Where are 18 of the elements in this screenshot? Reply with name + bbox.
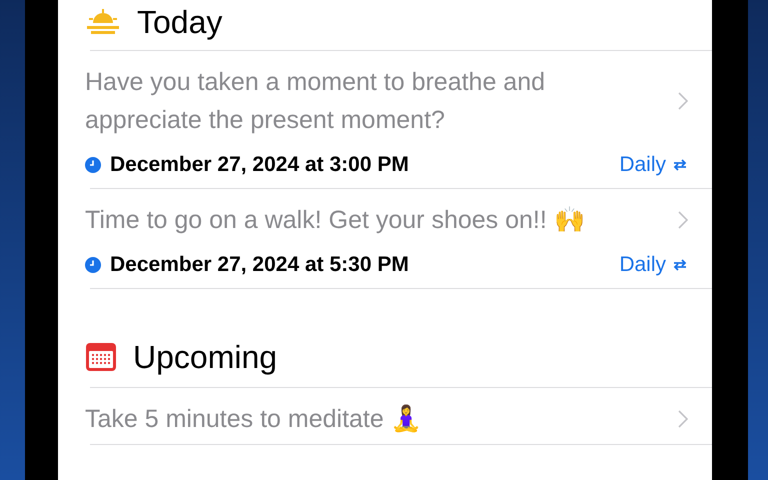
reminder-text[interactable]: Time to go on a walk! Get your shoes on!! 🙌: [85, 201, 678, 239]
repeat-label[interactable]: Daily: [619, 253, 666, 277]
section-title: Upcoming: [133, 338, 278, 376]
reminder-text[interactable]: Have you taken a moment to breathe and appreciate the present moment?: [85, 63, 678, 139]
chevron-icon[interactable]: [678, 410, 688, 428]
chevron-icon[interactable]: [678, 92, 688, 110]
calendar-icon: [85, 342, 117, 372]
clock-icon: [85, 257, 101, 273]
repeat-icon: [672, 157, 688, 173]
reminder-text[interactable]: Take 5 minutes to meditate 🧘‍♀: [85, 400, 678, 438]
chevron-icon[interactable]: [678, 211, 688, 229]
reminder-date: December 27, 2024 at 3:00 PM: [110, 153, 409, 177]
reminder-date: December 27, 2024 at 5:30 PM: [110, 253, 409, 277]
section-title: Today: [137, 4, 222, 40]
repeat-label[interactable]: Daily: [619, 153, 666, 177]
repeat-icon: [672, 257, 688, 273]
sunrise-icon: [85, 9, 121, 35]
clock-icon: [85, 157, 101, 173]
